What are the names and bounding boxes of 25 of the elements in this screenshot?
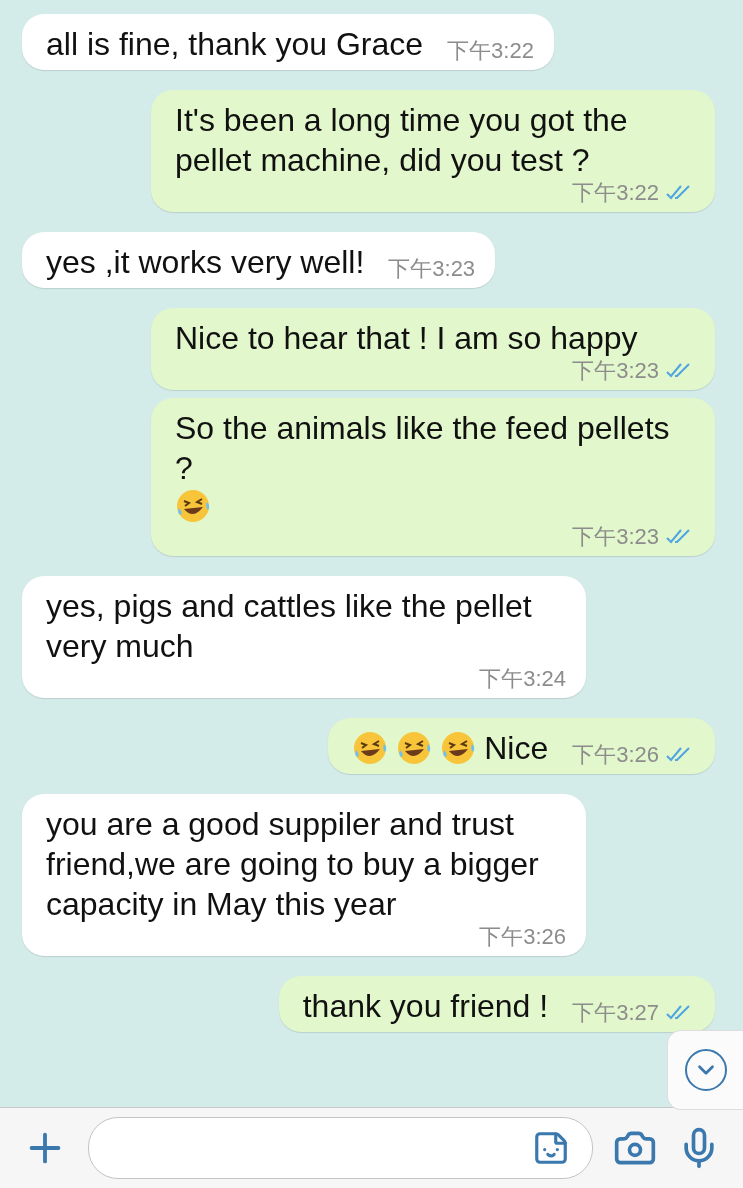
message-time: 下午3:22 — [447, 38, 534, 64]
message-text: yes, pigs and cattles like the pellet very much — [46, 587, 533, 666]
laughing-emoji-icon — [352, 730, 389, 766]
message-text: It's been a long time you got the pellet machine, did you test ? — [175, 101, 629, 180]
message-text: Nice to hear that ! I am so happy — [175, 319, 638, 358]
message-time: 下午3:23 — [572, 524, 659, 550]
scroll-down-button[interactable] — [667, 1030, 743, 1110]
chevron-down-icon — [684, 1049, 727, 1091]
message-text: Nice — [484, 729, 549, 768]
message-text: So the animals like the feed pellets ? — [175, 409, 671, 488]
message-text: you are a good suppiler and trust friend,we are going to buy a bigger capacity in May this year — [46, 805, 540, 924]
message-text: thank you friend ! — [302, 987, 549, 1026]
message-time: 下午3:26 — [572, 742, 659, 768]
message-text: all is fine, thank you Grace — [46, 25, 424, 64]
message-text: yes ,it works very well! — [46, 243, 365, 282]
message-time: 下午3:26 — [479, 924, 566, 950]
laughing-emoji-icon — [175, 488, 211, 524]
message-time: 下午3:22 — [572, 180, 659, 206]
laughing-emoji-icon — [396, 730, 433, 766]
message-time: 下午3:23 — [388, 256, 476, 282]
message-time: 下午3:24 — [479, 666, 566, 692]
laughing-emoji-icon — [440, 730, 477, 766]
sticker-icon[interactable] — [532, 1129, 570, 1167]
message-time: 下午3:27 — [572, 1000, 659, 1026]
message-time: 下午3:23 — [572, 358, 659, 384]
